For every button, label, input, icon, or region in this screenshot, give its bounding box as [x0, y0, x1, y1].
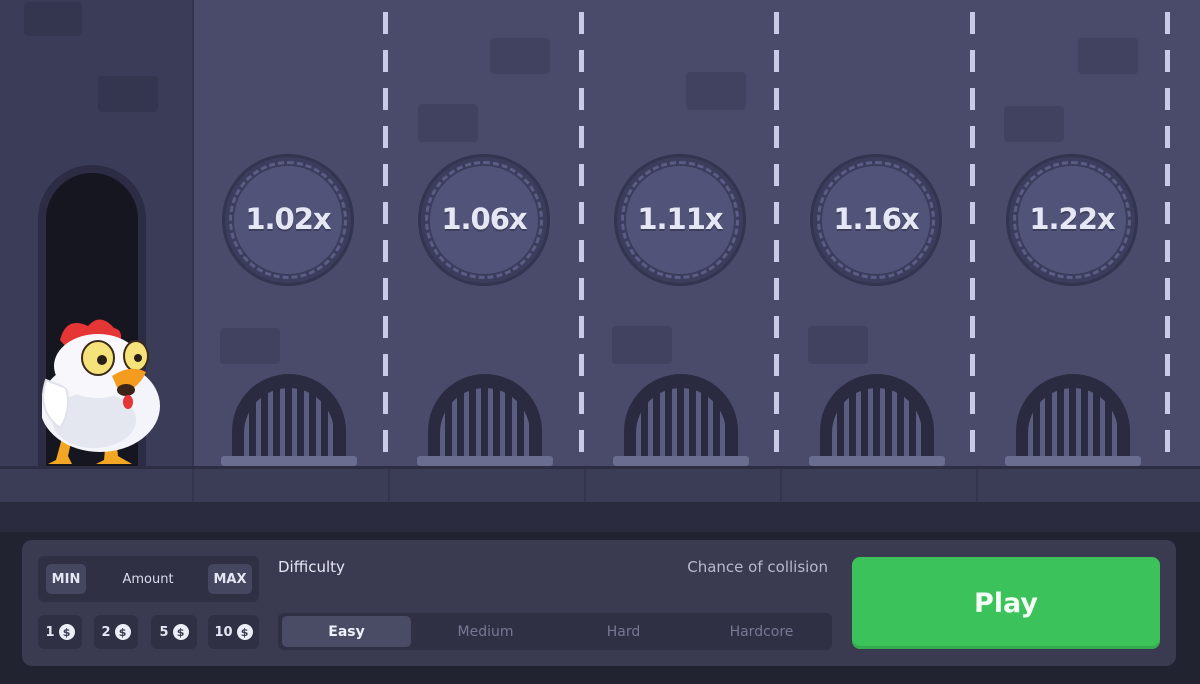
max-button[interactable]: MAX [208, 564, 252, 594]
dollar-coin-icon: $ [172, 624, 189, 640]
multiplier-coin: 1.16x [810, 154, 942, 286]
lane-divider [970, 12, 975, 468]
quick-amount-2[interactable]: 2 $ [94, 615, 138, 649]
lane-divider [774, 12, 779, 468]
multiplier-coin: 1.02x [222, 154, 354, 286]
dollar-coin-icon: $ [114, 624, 131, 640]
road-seam [584, 469, 586, 505]
tab-easy[interactable]: Easy [282, 616, 411, 647]
sewer-grate [428, 374, 542, 466]
bet-amount-box: MIN Amount MAX [38, 556, 259, 602]
grate-base [1005, 456, 1141, 466]
road-ledge [0, 502, 1200, 532]
road-seam [780, 469, 782, 505]
lane-divider [579, 12, 584, 468]
tower-brick [24, 2, 82, 36]
lane-divider [1165, 12, 1170, 468]
quick-amount-value: 2 [101, 624, 111, 640]
quick-amount-value: 10 [214, 624, 233, 640]
multiplier-label: 1.22x [1029, 202, 1115, 236]
grate-base [809, 456, 945, 466]
wall-brick [418, 104, 478, 142]
road-seam [388, 469, 390, 505]
tab-hard[interactable]: Hard [559, 616, 688, 647]
multiplier-label: 1.11x [637, 202, 723, 236]
lane-divider [383, 12, 388, 468]
quick-amount-value: 1 [45, 624, 55, 640]
wall-brick [808, 326, 868, 364]
sewer-grate [624, 374, 738, 466]
tab-hardcore[interactable]: Hardcore [697, 616, 826, 647]
dollar-coin-icon: $ [58, 624, 75, 640]
multiplier-coin: 1.06x [418, 154, 550, 286]
play-button[interactable]: Play [852, 557, 1160, 649]
quick-amount-10[interactable]: 10 $ [208, 615, 259, 649]
tab-medium[interactable]: Medium [421, 616, 550, 647]
wall-brick [220, 328, 280, 364]
multiplier-coin: 1.11x [614, 154, 746, 286]
road [0, 466, 1200, 505]
difficulty-tabs: Easy Medium Hard Hardcore [278, 613, 832, 650]
multiplier-label: 1.16x [833, 202, 919, 236]
chicken-character [42, 319, 160, 464]
wall-brick [1004, 106, 1064, 142]
grate-base [417, 456, 553, 466]
sewer-grate [232, 374, 346, 466]
sewer-grate [820, 374, 934, 466]
min-button[interactable]: MIN [46, 564, 86, 594]
dollar-coin-icon: $ [236, 624, 253, 640]
grate-base [613, 456, 749, 466]
difficulty-label: Difficulty [278, 558, 345, 576]
multiplier-label: 1.06x [441, 202, 527, 236]
road-seam [976, 469, 978, 505]
wall-brick [1078, 38, 1138, 74]
collision-chance-label: Chance of collision [687, 558, 828, 576]
game-scene: 1.02x 1.06x 1.11x 1.16x 1.22x [0, 0, 1200, 532]
multiplier-label: 1.02x [245, 202, 331, 236]
amount-label: Amount [122, 571, 174, 587]
road-seam [192, 469, 194, 505]
wall-brick [686, 72, 746, 110]
sewer-grate [1016, 374, 1130, 466]
tower-brick [98, 76, 158, 112]
quick-amount-5[interactable]: 5 $ [151, 615, 197, 649]
quick-amount-1[interactable]: 1 $ [38, 615, 82, 649]
multiplier-coin: 1.22x [1006, 154, 1138, 286]
wall-brick [490, 38, 550, 74]
game-stage: 1.02x 1.06x 1.11x 1.16x 1.22x MIN Amount… [0, 0, 1200, 684]
grate-base [221, 456, 357, 466]
control-panel: MIN Amount MAX 1 $ 2 $ 5 $ 10 $ Difficul… [22, 540, 1176, 666]
wall-brick [612, 326, 672, 364]
quick-amount-value: 5 [159, 624, 169, 640]
